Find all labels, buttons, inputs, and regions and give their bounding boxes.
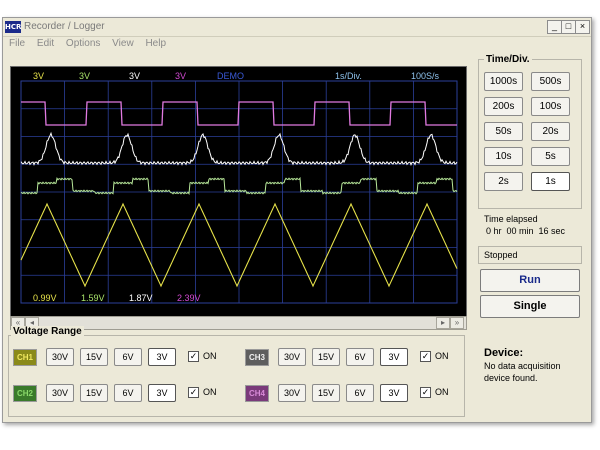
channel-on-checkbox[interactable]: ✓ — [420, 351, 431, 362]
elapsed-value: 0 hr 00 min 16 sec — [486, 226, 566, 236]
window-title: Recorder / Logger — [24, 21, 105, 32]
ch2-range-readout: 3V — [79, 71, 91, 81]
timediv-button[interactable]: 20s — [531, 122, 570, 141]
menu-bar: File Edit Options View Help — [5, 38, 171, 52]
app-window: HCR Recorder / Logger _ □ × File Edit Op… — [2, 17, 592, 423]
channel-tag: CH4 — [245, 385, 269, 402]
timediv-button[interactable]: 100s — [531, 97, 570, 116]
timediv-button[interactable]: 5s — [531, 147, 570, 166]
status-field: Stopped — [478, 246, 582, 264]
menu-edit[interactable]: Edit — [37, 38, 54, 49]
scope-display: 3V 3V 3V 3V DEMO 1s/Div. 100S/s 0.99V 1.… — [10, 66, 467, 317]
ch3-range-readout: 3V — [129, 71, 141, 81]
scroll-far-right-button[interactable]: » — [450, 317, 464, 329]
elapsed-label: Time elapsed — [484, 214, 538, 224]
timediv-button[interactable]: 2s — [484, 172, 523, 191]
timediv-button[interactable]: 200s — [484, 97, 523, 116]
scope-canvas — [20, 80, 458, 304]
scroll-right-button[interactable]: ▸ — [436, 317, 450, 329]
voltage-range-button[interactable]: 6V — [346, 384, 374, 402]
channel-tag: CH2 — [13, 385, 37, 402]
timediv-button[interactable]: 500s — [531, 72, 570, 91]
channel-on-label: ON — [203, 351, 217, 361]
voltage-range-button[interactable]: 3V — [148, 348, 176, 366]
voltage-range-button[interactable]: 30V — [278, 348, 306, 366]
demo-indicator: DEMO — [217, 71, 244, 81]
channel-tag: CH1 — [13, 349, 37, 366]
close-button[interactable]: × — [575, 20, 590, 34]
menu-view[interactable]: View — [112, 38, 134, 49]
channel-on-checkbox[interactable]: ✓ — [188, 351, 199, 362]
channel-on-checkbox[interactable]: ✓ — [420, 387, 431, 398]
channel-on-checkbox[interactable]: ✓ — [188, 387, 199, 398]
run-button[interactable]: Run — [480, 269, 580, 292]
voltage-range-button[interactable]: 3V — [148, 384, 176, 402]
timebase-readout: 1s/Div. — [335, 71, 362, 81]
samplerate-readout: 100S/s — [411, 71, 440, 81]
time-div-label: Time/Div. — [484, 54, 532, 65]
voltage-range-button[interactable]: 15V — [312, 348, 340, 366]
voltage-range-label: Voltage Range — [11, 326, 84, 337]
ch4-range-readout: 3V — [175, 71, 187, 81]
channel-on-label: ON — [203, 387, 217, 397]
voltage-range-button[interactable]: 15V — [312, 384, 340, 402]
menu-help[interactable]: Help — [145, 38, 166, 49]
voltage-range-button[interactable]: 15V — [80, 384, 108, 402]
device-status-text: No data acquisition device found. — [484, 361, 561, 383]
elapsed-panel — [478, 208, 582, 241]
menu-options[interactable]: Options — [66, 38, 100, 49]
voltage-range-button[interactable]: 3V — [380, 384, 408, 402]
ch2-value-readout: 1.59V — [81, 293, 105, 303]
voltage-range-button[interactable]: 6V — [114, 348, 142, 366]
channel-on-label: ON — [435, 351, 449, 361]
ch3-value-readout: 1.87V — [129, 293, 153, 303]
maximize-button[interactable]: □ — [561, 20, 576, 34]
voltage-range-button[interactable]: 15V — [80, 348, 108, 366]
voltage-range-button[interactable]: 30V — [278, 384, 306, 402]
channel-tag: CH3 — [245, 349, 269, 366]
voltage-range-button[interactable]: 6V — [114, 384, 142, 402]
single-button[interactable]: Single — [480, 295, 580, 318]
timediv-button[interactable]: 1s — [531, 172, 570, 191]
voltage-range-button[interactable]: 30V — [46, 348, 74, 366]
device-label: Device: — [484, 347, 524, 359]
ch1-range-readout: 3V — [33, 71, 45, 81]
voltage-range-button[interactable]: 30V — [46, 384, 74, 402]
timediv-button[interactable]: 50s — [484, 122, 523, 141]
app-icon: HCR — [5, 21, 22, 33]
channel-on-label: ON — [435, 387, 449, 397]
menu-file[interactable]: File — [9, 38, 25, 49]
minimize-button[interactable]: _ — [547, 20, 562, 34]
timediv-button[interactable]: 1000s — [484, 72, 523, 91]
voltage-range-button[interactable]: 6V — [346, 348, 374, 366]
ch4-value-readout: 2.39V — [177, 293, 201, 303]
ch1-value-readout: 0.99V — [33, 293, 57, 303]
timediv-button[interactable]: 10s — [484, 147, 523, 166]
voltage-range-button[interactable]: 3V — [380, 348, 408, 366]
title-bar: HCR Recorder / Logger _ □ × — [3, 18, 591, 37]
